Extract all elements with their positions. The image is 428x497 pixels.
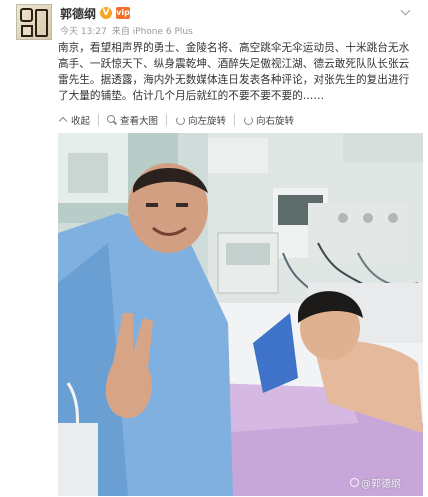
post-text: 南京，看望相声界的勇士、金陵名将、高空跳伞无伞运动员、十米跳台无水高手、一跃惊天… <box>58 42 410 102</box>
avatar-glyph <box>20 8 33 22</box>
watermark-text: @郭德纲 <box>361 479 401 490</box>
view-large-button[interactable]: 查看大图 <box>107 114 168 127</box>
collapse-button[interactable]: 收起 <box>58 114 100 127</box>
magnifier-icon <box>107 115 117 125</box>
image-toolbar: 收起 查看大图 向左旋转 向右旋转 <box>58 112 310 128</box>
post-photo[interactable]: @郭德纲 <box>58 133 423 496</box>
author-name[interactable]: 郭德纲 <box>60 5 96 22</box>
collapse-arrow-icon <box>58 115 68 125</box>
rotate-left-label: 向左旋转 <box>188 116 227 127</box>
photo-illustration <box>58 133 423 496</box>
avatar-glyph <box>21 25 33 37</box>
rotate-right-label: 向右旋转 <box>256 116 295 127</box>
rotate-right-button[interactable]: 向右旋转 <box>243 114 302 127</box>
rotate-right-icon <box>243 115 254 125</box>
post-source[interactable]: 来自 iPhone 6 Plus <box>112 24 193 38</box>
post-meta: 今天 13:27 来自 iPhone 6 Plus <box>60 24 193 38</box>
author-row: 郭德纲 V vip <box>60 4 131 22</box>
rotate-left-button[interactable]: 向左旋转 <box>175 114 236 127</box>
post-header: 郭德纲 V vip 今天 13:27 来自 iPhone 6 Plus <box>16 4 416 44</box>
vip-badge[interactable]: vip <box>116 7 131 19</box>
rotate-left-icon <box>175 115 186 125</box>
post-time[interactable]: 今天 13:27 <box>60 24 107 38</box>
verified-badge[interactable]: V <box>100 7 113 19</box>
view-large-label: 查看大图 <box>120 116 159 127</box>
collapse-label: 收起 <box>71 116 91 127</box>
chevron-down-icon[interactable] <box>400 6 412 18</box>
photo-watermark: @郭德纲 <box>350 475 401 490</box>
avatar[interactable] <box>16 4 52 40</box>
weibo-logo-icon <box>350 478 359 487</box>
avatar-glyph <box>35 9 48 37</box>
